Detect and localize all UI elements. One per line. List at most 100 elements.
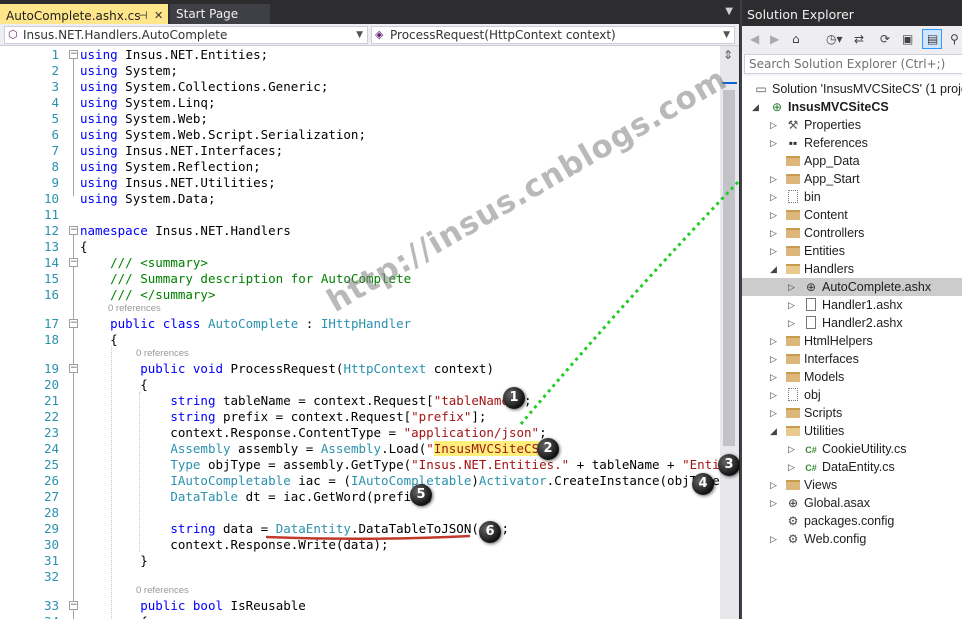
tree-item[interactable]: ▷ Scripts (742, 404, 962, 422)
code-line[interactable]: string tableName = context.Request["tabl… (80, 393, 531, 408)
refresh-icon[interactable]: ⟳ (880, 32, 890, 46)
code-line[interactable]: /// </summary> (80, 287, 215, 302)
collapsed-arrow-icon[interactable]: ▷ (770, 350, 777, 368)
code-line[interactable]: { (80, 614, 148, 619)
collapse-icon[interactable]: − (69, 601, 78, 610)
tree-item[interactable]: ▷ HtmlHelpers (742, 332, 962, 350)
collapsed-arrow-icon[interactable]: ▷ (770, 530, 777, 548)
collapsed-arrow-icon[interactable]: ▷ (788, 440, 795, 458)
tree-item[interactable]: ▷ Controllers (742, 224, 962, 242)
solution-search-input[interactable]: Search Solution Explorer (Ctrl+;) (744, 54, 962, 74)
code-line[interactable]: context.Response.ContentType = "applicat… (80, 425, 546, 440)
code-line[interactable]: public void ProcessRequest(HttpContext c… (80, 361, 494, 376)
tree-item[interactable]: ▷ C# DataEntity.cs (742, 458, 962, 476)
collapsed-arrow-icon[interactable]: ▷ (770, 368, 777, 386)
tab-autocomplete-cs[interactable]: AutoComplete.ashx.cs ⊣ ✕ (0, 4, 168, 24)
tree-item[interactable]: ◢ Handlers (742, 260, 962, 278)
collapsed-arrow-icon[interactable]: ▷ (770, 476, 777, 494)
code-line[interactable]: { (80, 239, 88, 254)
tree-item[interactable]: ▷ ⚒ Properties (742, 116, 962, 134)
code-line[interactable]: using System.Collections.Generic; (80, 79, 328, 94)
collapsed-arrow-icon[interactable]: ▷ (770, 224, 777, 242)
tree-item[interactable]: ▷ Views (742, 476, 962, 494)
tree-item[interactable]: ◢ ⊕ InsusMVCSiteCS (742, 98, 962, 116)
code-line[interactable]: using Insus.NET.Entities; (80, 47, 268, 62)
tree-item[interactable]: ▷ ▪▪ References (742, 134, 962, 152)
collapse-icon[interactable]: − (69, 50, 78, 59)
scrollbar-thumb[interactable] (723, 90, 735, 446)
collapsed-arrow-icon[interactable]: ▷ (770, 134, 777, 152)
collapsed-arrow-icon[interactable]: ▷ (770, 494, 777, 512)
collapsed-arrow-icon[interactable]: ▷ (788, 278, 795, 296)
code-line[interactable]: using System.Web; (80, 111, 208, 126)
collapsed-arrow-icon[interactable]: ▷ (770, 332, 777, 350)
code-line[interactable]: { (80, 332, 118, 347)
tree-item[interactable]: ⚙ packages.config (742, 512, 962, 530)
collapsed-arrow-icon[interactable]: ▷ (770, 386, 777, 404)
collapsed-arrow-icon[interactable]: ▷ (770, 404, 777, 422)
tree-item[interactable]: ▷ Handler2.ashx (742, 314, 962, 332)
code-line[interactable]: IAutoCompletable iac = (IAutoCompletable… (80, 473, 720, 488)
code-line[interactable]: using System.Linq; (80, 95, 215, 110)
pending-changes-icon[interactable]: ⇄ (854, 32, 864, 46)
collapsed-arrow-icon[interactable]: ▷ (770, 242, 777, 260)
code-line[interactable]: using Insus.NET.Utilities; (80, 175, 276, 190)
vertical-scrollbar[interactable]: ⇕ (720, 46, 739, 619)
pin-icon[interactable]: ⊣ (138, 6, 148, 26)
collapsed-arrow-icon[interactable]: ▷ (770, 170, 777, 188)
tree-item[interactable]: ▷ ⚙ Web.config (742, 530, 962, 548)
code-line[interactable]: using System.Web.Script.Serialization; (80, 127, 366, 142)
collapse-icon[interactable]: − (69, 364, 78, 373)
collapse-icon[interactable]: − (69, 226, 78, 235)
history-icon[interactable]: ◷▾ (826, 32, 843, 46)
code-line[interactable]: using System; (80, 63, 178, 78)
code-line[interactable]: } (80, 553, 148, 568)
forward-icon[interactable]: ▶ (770, 32, 779, 46)
tree-item[interactable]: ▷ App_Start (742, 170, 962, 188)
code-line[interactable]: using System.Reflection; (80, 159, 261, 174)
tree-item[interactable]: ▷ bin (742, 188, 962, 206)
tree-item[interactable]: ▷ ⊕ Global.asax (742, 494, 962, 512)
collapsed-arrow-icon[interactable]: ▷ (788, 314, 795, 332)
home-icon[interactable]: ⌂ (792, 32, 800, 46)
tree-item[interactable]: App_Data (742, 152, 962, 170)
code-line[interactable]: { (80, 377, 148, 392)
codelens-references[interactable]: 0 references (108, 303, 161, 314)
member-selector[interactable]: ◈ ProcessRequest(HttpContext context) ▼ (371, 26, 735, 44)
back-icon[interactable]: ◀ (750, 32, 759, 46)
code-line[interactable]: public class AutoComplete : IHttpHandler (80, 316, 411, 331)
class-selector[interactable]: ⬡ Insus.NET.Handlers.AutoComplete ▼ (4, 26, 368, 44)
code-line[interactable]: /// <summary> (80, 255, 208, 270)
tree-item[interactable]: ▷ Interfaces (742, 350, 962, 368)
code-line[interactable]: Assembly assembly = Assembly.Load("Insus… (80, 441, 562, 456)
code-line[interactable]: string data = DataEntity.DataTableToJSON… (80, 521, 509, 536)
code-line[interactable]: namespace Insus.NET.Handlers (80, 223, 291, 238)
split-window-icon[interactable]: ⇕ (723, 48, 733, 62)
tree-item[interactable]: ▷ Content (742, 206, 962, 224)
tab-list-dropdown-icon[interactable]: ▼ (725, 6, 733, 17)
properties-icon[interactable]: ⚲ (950, 32, 959, 46)
code-line[interactable]: using Insus.NET.Interfaces; (80, 143, 283, 158)
tree-item[interactable]: ▷ obj (742, 386, 962, 404)
collapse-icon[interactable]: − (69, 258, 78, 267)
codelens-references[interactable]: 0 references (136, 348, 189, 359)
code-line[interactable]: public bool IsReusable (80, 598, 306, 613)
tree-item[interactable]: ▷ ⊕ AutoComplete.ashx (742, 278, 962, 296)
expanded-arrow-icon[interactable]: ◢ (770, 422, 777, 440)
collapsed-arrow-icon[interactable]: ▷ (770, 188, 777, 206)
code-line[interactable]: using System.Data; (80, 191, 215, 206)
tree-item[interactable]: ▭ Solution 'InsusMVCSiteCS' (1 project) (742, 80, 962, 98)
collapse-all-icon[interactable]: ▣ (902, 32, 913, 46)
collapsed-arrow-icon[interactable]: ▷ (788, 296, 795, 314)
tree-item[interactable]: ▷ Entities (742, 242, 962, 260)
code-line[interactable]: context.Response.Write(data); (80, 537, 388, 552)
expanded-arrow-icon[interactable]: ◢ (752, 98, 759, 116)
tree-item[interactable]: ▷ C# CookieUtility.cs (742, 440, 962, 458)
collapse-icon[interactable]: − (69, 319, 78, 328)
code-line[interactable]: DataTable dt = iac.GetWord(prefix); (80, 489, 433, 504)
collapsed-arrow-icon[interactable]: ▷ (770, 206, 777, 224)
tree-item[interactable]: ▷ Models (742, 368, 962, 386)
expanded-arrow-icon[interactable]: ◢ (770, 260, 777, 278)
code-line[interactable]: Type objType = assembly.GetType("Insus.N… (80, 457, 720, 472)
tab-start-page[interactable]: Start Page (170, 4, 270, 24)
